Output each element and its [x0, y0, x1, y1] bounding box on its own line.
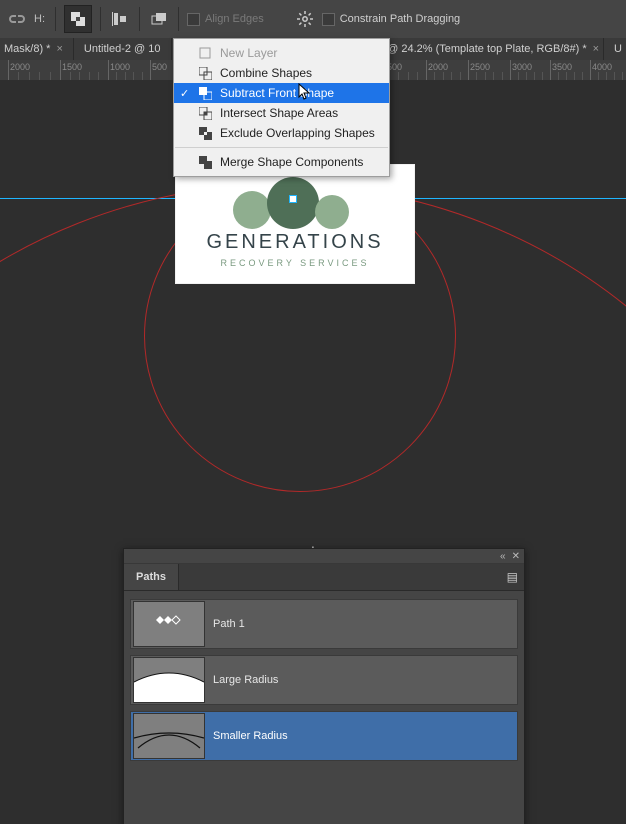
- tab-title: Mask/8) *: [4, 43, 50, 55]
- new-layer-icon: [198, 46, 212, 60]
- path-name: Path 1: [213, 618, 245, 630]
- separator: [178, 7, 179, 31]
- document-tab[interactable]: Untitled-2 @ 10: [74, 38, 172, 60]
- exclude-icon: [198, 126, 212, 140]
- tab-title: 3 @ 24.2% (Template top Plate, RGB/8#) *: [378, 43, 587, 55]
- align-edges-label: Align Edges: [205, 13, 264, 25]
- document-tab[interactable]: 3 @ 24.2% (Template top Plate, RGB/8#) *…: [368, 38, 604, 60]
- menu-label: Merge Shape Components: [220, 155, 363, 169]
- ruler-label: 500: [152, 62, 167, 72]
- path-row[interactable]: Smaller Radius: [130, 711, 518, 761]
- menu-subtract-front-shape[interactable]: ✓ Subtract Front Shape: [174, 83, 389, 103]
- tab-title: U: [614, 43, 622, 55]
- document-tab[interactable]: Mask/8) * ×: [0, 38, 74, 60]
- separator: [100, 7, 101, 31]
- document-tab[interactable]: U: [604, 38, 626, 60]
- paths-list: Path 1 Large Radius Smaller Radius: [124, 591, 524, 801]
- ruler-label: 2000: [428, 62, 448, 72]
- align-icon[interactable]: [109, 8, 131, 30]
- check-icon: ✓: [180, 87, 189, 100]
- mouse-cursor: [298, 83, 312, 101]
- ruler-label: 2500: [470, 62, 490, 72]
- menu-label: New Layer: [220, 46, 277, 60]
- intersect-icon: [198, 106, 212, 120]
- logo-subtitle: RECOVERY SERVICES: [220, 258, 369, 268]
- menu-label: Subtract Front Shape: [220, 86, 334, 100]
- menu-exclude-overlapping[interactable]: Exclude Overlapping Shapes: [174, 123, 389, 143]
- ruler-label: 1000: [110, 62, 130, 72]
- anchor-handle[interactable]: [289, 195, 297, 203]
- panel-tab-label: Paths: [136, 571, 166, 583]
- menu-new-layer: New Layer: [174, 43, 389, 63]
- ruler-label: 1500: [62, 62, 82, 72]
- checkbox-icon: [187, 13, 200, 26]
- merge-icon: [198, 155, 212, 169]
- height-label: H:: [34, 13, 45, 25]
- paths-panel: « ✕ Paths ▤ Path 1 Large Radius Smaller …: [123, 548, 525, 824]
- path-thumbnail: [133, 713, 205, 759]
- menu-merge-shape-components[interactable]: Merge Shape Components: [174, 152, 389, 172]
- panel-tab-paths[interactable]: Paths: [124, 564, 179, 590]
- path-name: Large Radius: [213, 674, 278, 686]
- close-icon[interactable]: ×: [56, 44, 62, 55]
- path-thumbnail: [133, 601, 205, 647]
- menu-label: Combine Shapes: [220, 66, 312, 80]
- logo-brand: GENERATIONS: [206, 231, 383, 254]
- tab-title: Untitled-2 @ 10: [84, 43, 161, 55]
- subtract-icon: [198, 86, 212, 100]
- ruler-label: 4000: [592, 62, 612, 72]
- menu-combine-shapes[interactable]: Combine Shapes: [174, 63, 389, 83]
- menu-intersect-shape-areas[interactable]: Intersect Shape Areas: [174, 103, 389, 123]
- path-row[interactable]: Path 1: [130, 599, 518, 649]
- checkbox-icon: [322, 13, 335, 26]
- constrain-checkbox[interactable]: Constrain Path Dragging: [322, 13, 460, 26]
- menu-label: Intersect Shape Areas: [220, 106, 338, 120]
- menu-separator: [175, 147, 388, 148]
- arrange-icon[interactable]: [148, 8, 170, 30]
- ruler-label: 3500: [552, 62, 572, 72]
- separator: [139, 7, 140, 31]
- path-row[interactable]: Large Radius: [130, 655, 518, 705]
- ruler-label: 3000: [512, 62, 532, 72]
- constrain-label: Constrain Path Dragging: [340, 13, 460, 25]
- link-icon[interactable]: [6, 8, 28, 30]
- separator: [55, 7, 56, 31]
- gear-icon[interactable]: [294, 8, 316, 30]
- panel-tab-bar: Paths ▤: [124, 564, 524, 591]
- path-name: Smaller Radius: [213, 730, 288, 742]
- path-operations-icon[interactable]: [64, 5, 92, 33]
- path-thumbnail: [133, 657, 205, 703]
- panel-header: « ✕: [124, 549, 524, 564]
- options-bar: H: Align Edges Constrain Path Dragging: [0, 0, 626, 39]
- close-icon[interactable]: ✕: [512, 551, 520, 562]
- logo-image[interactable]: GENERATIONS RECOVERY SERVICES: [175, 164, 415, 284]
- ruler-label: 2000: [10, 62, 30, 72]
- combine-icon: [198, 66, 212, 80]
- align-edges-checkbox[interactable]: Align Edges: [187, 13, 264, 26]
- panel-menu-icon[interactable]: ▤: [507, 570, 518, 584]
- collapse-icon[interactable]: «: [500, 551, 506, 562]
- menu-label: Exclude Overlapping Shapes: [220, 126, 375, 140]
- path-operations-menu: New Layer Combine Shapes ✓ Subtract Fron…: [173, 38, 390, 177]
- close-icon[interactable]: ×: [593, 44, 599, 55]
